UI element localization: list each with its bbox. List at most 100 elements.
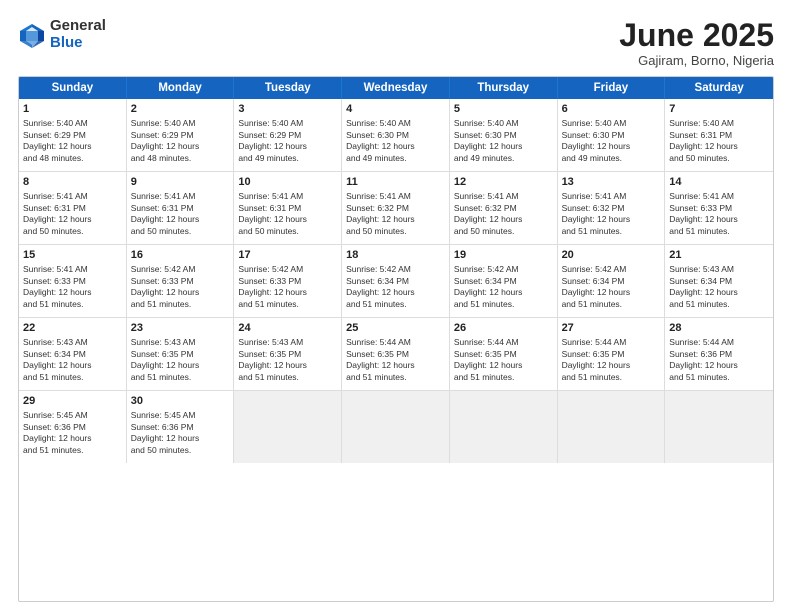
- day-cell-23: 23Sunrise: 5:43 AMSunset: 6:35 PMDayligh…: [127, 318, 235, 390]
- day-cell-5: 5Sunrise: 5:40 AMSunset: 6:30 PMDaylight…: [450, 99, 558, 171]
- day-cell-12: 12Sunrise: 5:41 AMSunset: 6:32 PMDayligh…: [450, 172, 558, 244]
- day-cell-1: 1Sunrise: 5:40 AMSunset: 6:29 PMDaylight…: [19, 99, 127, 171]
- day-number: 17: [238, 248, 337, 263]
- day-number: 19: [454, 248, 553, 263]
- day-number: 15: [23, 248, 122, 263]
- day-cell-11: 11Sunrise: 5:41 AMSunset: 6:32 PMDayligh…: [342, 172, 450, 244]
- day-cell-4: 4Sunrise: 5:40 AMSunset: 6:30 PMDaylight…: [342, 99, 450, 171]
- day-number: 25: [346, 321, 445, 336]
- day-number: 23: [131, 321, 230, 336]
- day-cell-25: 25Sunrise: 5:44 AMSunset: 6:35 PMDayligh…: [342, 318, 450, 390]
- cell-info: Sunrise: 5:41 AMSunset: 6:33 PMDaylight:…: [669, 191, 769, 238]
- weekday-header-saturday: Saturday: [665, 77, 773, 99]
- cell-info: Sunrise: 5:44 AMSunset: 6:36 PMDaylight:…: [669, 337, 769, 384]
- day-cell-13: 13Sunrise: 5:41 AMSunset: 6:32 PMDayligh…: [558, 172, 666, 244]
- cell-info: Sunrise: 5:40 AMSunset: 6:31 PMDaylight:…: [669, 118, 769, 165]
- cell-info: Sunrise: 5:41 AMSunset: 6:31 PMDaylight:…: [23, 191, 122, 238]
- logo-blue-text: Blue: [50, 35, 106, 52]
- location: Gajiram, Borno, Nigeria: [619, 53, 774, 68]
- day-number: 9: [131, 175, 230, 190]
- empty-cell: [450, 391, 558, 463]
- empty-cell: [342, 391, 450, 463]
- cell-info: Sunrise: 5:41 AMSunset: 6:32 PMDaylight:…: [346, 191, 445, 238]
- cell-info: Sunrise: 5:44 AMSunset: 6:35 PMDaylight:…: [454, 337, 553, 384]
- cell-info: Sunrise: 5:42 AMSunset: 6:33 PMDaylight:…: [131, 264, 230, 311]
- day-cell-26: 26Sunrise: 5:44 AMSunset: 6:35 PMDayligh…: [450, 318, 558, 390]
- cell-info: Sunrise: 5:40 AMSunset: 6:30 PMDaylight:…: [346, 118, 445, 165]
- cell-info: Sunrise: 5:42 AMSunset: 6:34 PMDaylight:…: [346, 264, 445, 311]
- day-number: 28: [669, 321, 769, 336]
- weekday-header-friday: Friday: [558, 77, 666, 99]
- day-number: 13: [562, 175, 661, 190]
- day-number: 24: [238, 321, 337, 336]
- day-cell-14: 14Sunrise: 5:41 AMSunset: 6:33 PMDayligh…: [665, 172, 773, 244]
- logo-text: General Blue: [50, 18, 106, 51]
- cell-info: Sunrise: 5:41 AMSunset: 6:31 PMDaylight:…: [238, 191, 337, 238]
- day-cell-15: 15Sunrise: 5:41 AMSunset: 6:33 PMDayligh…: [19, 245, 127, 317]
- day-cell-18: 18Sunrise: 5:42 AMSunset: 6:34 PMDayligh…: [342, 245, 450, 317]
- cell-info: Sunrise: 5:45 AMSunset: 6:36 PMDaylight:…: [23, 410, 122, 457]
- calendar: SundayMondayTuesdayWednesdayThursdayFrid…: [18, 76, 774, 602]
- cell-info: Sunrise: 5:44 AMSunset: 6:35 PMDaylight:…: [562, 337, 661, 384]
- calendar-row-4: 22Sunrise: 5:43 AMSunset: 6:34 PMDayligh…: [19, 318, 773, 391]
- day-number: 5: [454, 102, 553, 117]
- cell-info: Sunrise: 5:40 AMSunset: 6:30 PMDaylight:…: [454, 118, 553, 165]
- cell-info: Sunrise: 5:41 AMSunset: 6:32 PMDaylight:…: [562, 191, 661, 238]
- day-cell-24: 24Sunrise: 5:43 AMSunset: 6:35 PMDayligh…: [234, 318, 342, 390]
- cell-info: Sunrise: 5:40 AMSunset: 6:29 PMDaylight:…: [238, 118, 337, 165]
- logo-general-text: General: [50, 18, 106, 35]
- day-cell-10: 10Sunrise: 5:41 AMSunset: 6:31 PMDayligh…: [234, 172, 342, 244]
- calendar-header: SundayMondayTuesdayWednesdayThursdayFrid…: [19, 77, 773, 99]
- day-cell-27: 27Sunrise: 5:44 AMSunset: 6:35 PMDayligh…: [558, 318, 666, 390]
- title-block: June 2025 Gajiram, Borno, Nigeria: [619, 18, 774, 68]
- day-cell-20: 20Sunrise: 5:42 AMSunset: 6:34 PMDayligh…: [558, 245, 666, 317]
- cell-info: Sunrise: 5:44 AMSunset: 6:35 PMDaylight:…: [346, 337, 445, 384]
- logo-icon: [18, 21, 46, 49]
- calendar-body: 1Sunrise: 5:40 AMSunset: 6:29 PMDaylight…: [19, 99, 773, 463]
- logo: General Blue: [18, 18, 106, 51]
- month-title: June 2025: [619, 18, 774, 53]
- weekday-header-thursday: Thursday: [450, 77, 558, 99]
- day-number: 10: [238, 175, 337, 190]
- day-cell-30: 30Sunrise: 5:45 AMSunset: 6:36 PMDayligh…: [127, 391, 235, 463]
- empty-cell: [665, 391, 773, 463]
- weekday-header-wednesday: Wednesday: [342, 77, 450, 99]
- cell-info: Sunrise: 5:40 AMSunset: 6:29 PMDaylight:…: [23, 118, 122, 165]
- weekday-header-sunday: Sunday: [19, 77, 127, 99]
- cell-info: Sunrise: 5:41 AMSunset: 6:31 PMDaylight:…: [131, 191, 230, 238]
- day-number: 7: [669, 102, 769, 117]
- day-number: 16: [131, 248, 230, 263]
- day-number: 30: [131, 394, 230, 409]
- day-cell-8: 8Sunrise: 5:41 AMSunset: 6:31 PMDaylight…: [19, 172, 127, 244]
- weekday-header-tuesday: Tuesday: [234, 77, 342, 99]
- cell-info: Sunrise: 5:42 AMSunset: 6:34 PMDaylight:…: [454, 264, 553, 311]
- day-number: 14: [669, 175, 769, 190]
- day-number: 3: [238, 102, 337, 117]
- day-cell-2: 2Sunrise: 5:40 AMSunset: 6:29 PMDaylight…: [127, 99, 235, 171]
- day-cell-19: 19Sunrise: 5:42 AMSunset: 6:34 PMDayligh…: [450, 245, 558, 317]
- day-cell-7: 7Sunrise: 5:40 AMSunset: 6:31 PMDaylight…: [665, 99, 773, 171]
- day-cell-22: 22Sunrise: 5:43 AMSunset: 6:34 PMDayligh…: [19, 318, 127, 390]
- page: General Blue June 2025 Gajiram, Borno, N…: [0, 0, 792, 612]
- day-number: 27: [562, 321, 661, 336]
- cell-info: Sunrise: 5:41 AMSunset: 6:33 PMDaylight:…: [23, 264, 122, 311]
- cell-info: Sunrise: 5:43 AMSunset: 6:34 PMDaylight:…: [669, 264, 769, 311]
- day-cell-28: 28Sunrise: 5:44 AMSunset: 6:36 PMDayligh…: [665, 318, 773, 390]
- header: General Blue June 2025 Gajiram, Borno, N…: [18, 18, 774, 68]
- day-number: 2: [131, 102, 230, 117]
- day-cell-9: 9Sunrise: 5:41 AMSunset: 6:31 PMDaylight…: [127, 172, 235, 244]
- cell-info: Sunrise: 5:43 AMSunset: 6:35 PMDaylight:…: [131, 337, 230, 384]
- weekday-header-monday: Monday: [127, 77, 235, 99]
- day-number: 1: [23, 102, 122, 117]
- day-number: 20: [562, 248, 661, 263]
- day-number: 21: [669, 248, 769, 263]
- day-cell-6: 6Sunrise: 5:40 AMSunset: 6:30 PMDaylight…: [558, 99, 666, 171]
- day-number: 22: [23, 321, 122, 336]
- cell-info: Sunrise: 5:42 AMSunset: 6:33 PMDaylight:…: [238, 264, 337, 311]
- calendar-row-3: 15Sunrise: 5:41 AMSunset: 6:33 PMDayligh…: [19, 245, 773, 318]
- day-cell-16: 16Sunrise: 5:42 AMSunset: 6:33 PMDayligh…: [127, 245, 235, 317]
- day-cell-21: 21Sunrise: 5:43 AMSunset: 6:34 PMDayligh…: [665, 245, 773, 317]
- cell-info: Sunrise: 5:41 AMSunset: 6:32 PMDaylight:…: [454, 191, 553, 238]
- cell-info: Sunrise: 5:40 AMSunset: 6:29 PMDaylight:…: [131, 118, 230, 165]
- day-number: 12: [454, 175, 553, 190]
